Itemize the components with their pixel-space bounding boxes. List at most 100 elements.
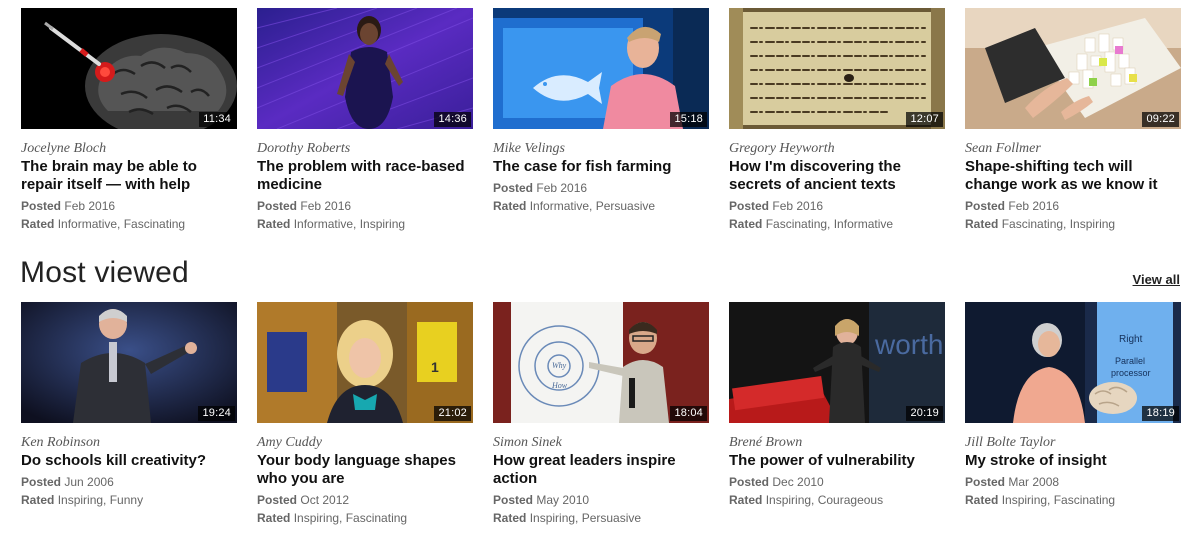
posted-date: Feb 2016	[536, 181, 588, 195]
posted-info: Posted Jun 2006	[21, 473, 237, 491]
rating-tags: Inspiring, Funny	[57, 493, 144, 507]
talk-title-link[interactable]: The problem with race-based medicine	[257, 158, 473, 194]
rated-label: Rated	[729, 493, 763, 507]
speaker-name: Sean Follmer	[965, 141, 1041, 156]
talk-title-link[interactable]: How I'm discovering the secrets of ancie…	[729, 158, 945, 194]
duration-badge: 18:19	[1142, 406, 1179, 421]
talk-title-link[interactable]: The power of vulnerability	[729, 452, 945, 470]
rated-info: Rated Informative, Inspiring	[257, 215, 473, 233]
most-viewed-row: 19:24 Ken Robinson Do schools kill creat…	[21, 302, 1184, 527]
rated-info: Rated Inspiring, Persuasive	[493, 509, 709, 527]
speaker-on-stage-image	[21, 302, 237, 423]
speaker-on-stage-image: worth	[729, 302, 945, 423]
rated-info: Rated Inspiring, Courageous	[729, 491, 945, 509]
speaker-name: Simon Sinek	[493, 435, 562, 450]
posted-date: Oct 2012	[300, 493, 350, 507]
rating-tags: Inspiring, Persuasive	[529, 511, 642, 525]
talk-thumbnail[interactable]: Why How 18:04	[493, 302, 709, 423]
posted-info: Posted Feb 2016	[257, 197, 473, 215]
flipchart-why-text: Why	[552, 361, 567, 370]
talk-thumbnail[interactable]: 09:22	[965, 8, 1181, 129]
rated-info: Rated Inspiring, Fascinating	[965, 491, 1181, 509]
newest-talks-row: 11:34 Jocelyne Bloch The brain may be ab…	[21, 8, 1184, 233]
posted-date: May 2010	[536, 493, 590, 507]
speaker-name: Gregory Heyworth	[729, 141, 835, 156]
posted-label: Posted	[257, 199, 298, 213]
talk-card: 19:24 Ken Robinson Do schools kill creat…	[21, 302, 237, 527]
talk-title-link[interactable]: The case for fish farming	[493, 158, 709, 176]
slide-text-right: Right	[1119, 334, 1143, 345]
rating-tags: Informative, Persuasive	[529, 199, 656, 213]
talk-thumbnail[interactable]: Right Parallel processor 18:19	[965, 302, 1181, 423]
slide-text-processor: processor	[1111, 368, 1151, 378]
speaker-name: Jocelyne Bloch	[21, 141, 107, 156]
posted-info: Posted Mar 2008	[965, 473, 1181, 491]
talk-card: 09:22 Sean Follmer Shape-shifting tech w…	[965, 8, 1181, 233]
rated-label: Rated	[965, 493, 999, 507]
talk-card: worth 20:19 Brené Brown The power of vul…	[729, 302, 945, 527]
rated-label: Rated	[21, 493, 55, 507]
posted-date: Dec 2010	[772, 475, 824, 489]
rating-tags: Inspiring, Courageous	[765, 493, 884, 507]
posted-label: Posted	[21, 199, 62, 213]
talk-card: 1 21:02 Amy Cuddy Your body language sha…	[257, 302, 473, 527]
duration-badge: 21:02	[434, 406, 471, 421]
speaker-name: Ken Robinson	[21, 435, 100, 450]
speaker-with-flipchart-image: Why How	[493, 302, 709, 423]
duration-badge: 09:22	[1142, 112, 1179, 127]
posted-date: Mar 2008	[1008, 475, 1060, 489]
rating-tags: Inspiring, Fascinating	[293, 511, 408, 525]
talk-thumbnail[interactable]: worth 20:19	[729, 302, 945, 423]
talk-thumbnail[interactable]: 19:24	[21, 302, 237, 423]
rated-info: Rated Inspiring, Fascinating	[257, 509, 473, 527]
speaker-on-stage-image	[257, 8, 473, 129]
posted-label: Posted	[493, 181, 534, 195]
talk-title-link[interactable]: Shape-shifting tech will change work as …	[965, 158, 1181, 194]
talk-thumbnail[interactable]: 15:18	[493, 8, 709, 129]
brain-illustration-image	[21, 8, 237, 129]
posted-date: Feb 2016	[1008, 199, 1060, 213]
speaker-with-fish-slide-image	[493, 8, 709, 129]
talk-thumbnail[interactable]: 11:34	[21, 8, 237, 129]
talk-title-link[interactable]: How great leaders inspire action	[493, 452, 709, 488]
section-heading-most-viewed: Most viewed	[20, 256, 189, 289]
rated-info: Rated Informative, Persuasive	[493, 197, 709, 215]
shape-display-image	[965, 8, 1181, 129]
posted-info: Posted Feb 2016	[493, 179, 709, 197]
rated-info: Rated Fascinating, Informative	[729, 215, 945, 233]
posted-info: Posted Feb 2016	[965, 197, 1181, 215]
rating-tags: Informative, Inspiring	[293, 217, 406, 231]
speaker-with-brain-image: Right Parallel processor	[965, 302, 1181, 423]
flipchart-how-text: How	[551, 381, 568, 390]
svg-text:1: 1	[431, 359, 439, 375]
speaker-on-stage-image: 1	[257, 302, 473, 423]
posted-label: Posted	[729, 199, 770, 213]
talk-card: 11:34 Jocelyne Bloch The brain may be ab…	[21, 8, 237, 233]
backdrop-text: worth	[874, 329, 943, 360]
posted-date: Feb 2016	[64, 199, 116, 213]
speaker-name: Amy Cuddy	[257, 435, 322, 450]
talk-card: 12:07 Gregory Heyworth How I'm discoveri…	[729, 8, 945, 233]
talk-thumbnail[interactable]: 1 21:02	[257, 302, 473, 423]
talk-card: Why How 18:04 Simon Sinek How great lead…	[493, 302, 709, 527]
speaker-name: Mike Velings	[493, 141, 565, 156]
rated-info: Rated Inspiring, Funny	[21, 491, 237, 509]
posted-date: Jun 2006	[64, 475, 114, 489]
talk-title-link[interactable]: The brain may be able to repair itself —…	[21, 158, 237, 194]
rated-label: Rated	[493, 199, 527, 213]
rating-tags: Fascinating, Inspiring	[1001, 217, 1116, 231]
rated-label: Rated	[965, 217, 999, 231]
view-all-link[interactable]: View all	[1133, 272, 1180, 288]
duration-badge: 19:24	[198, 406, 235, 421]
posted-label: Posted	[493, 493, 534, 507]
posted-label: Posted	[965, 475, 1006, 489]
posted-info: Posted Oct 2012	[257, 491, 473, 509]
posted-info: Posted Feb 2016	[21, 197, 237, 215]
talk-title-link[interactable]: Your body language shapes who you are	[257, 452, 473, 488]
talk-title-link[interactable]: My stroke of insight	[965, 452, 1181, 470]
talk-thumbnail[interactable]: 12:07	[729, 8, 945, 129]
rated-label: Rated	[493, 511, 527, 525]
talk-thumbnail[interactable]: 14:36	[257, 8, 473, 129]
posted-info: Posted Dec 2010	[729, 473, 945, 491]
talk-title-link[interactable]: Do schools kill creativity?	[21, 452, 237, 470]
